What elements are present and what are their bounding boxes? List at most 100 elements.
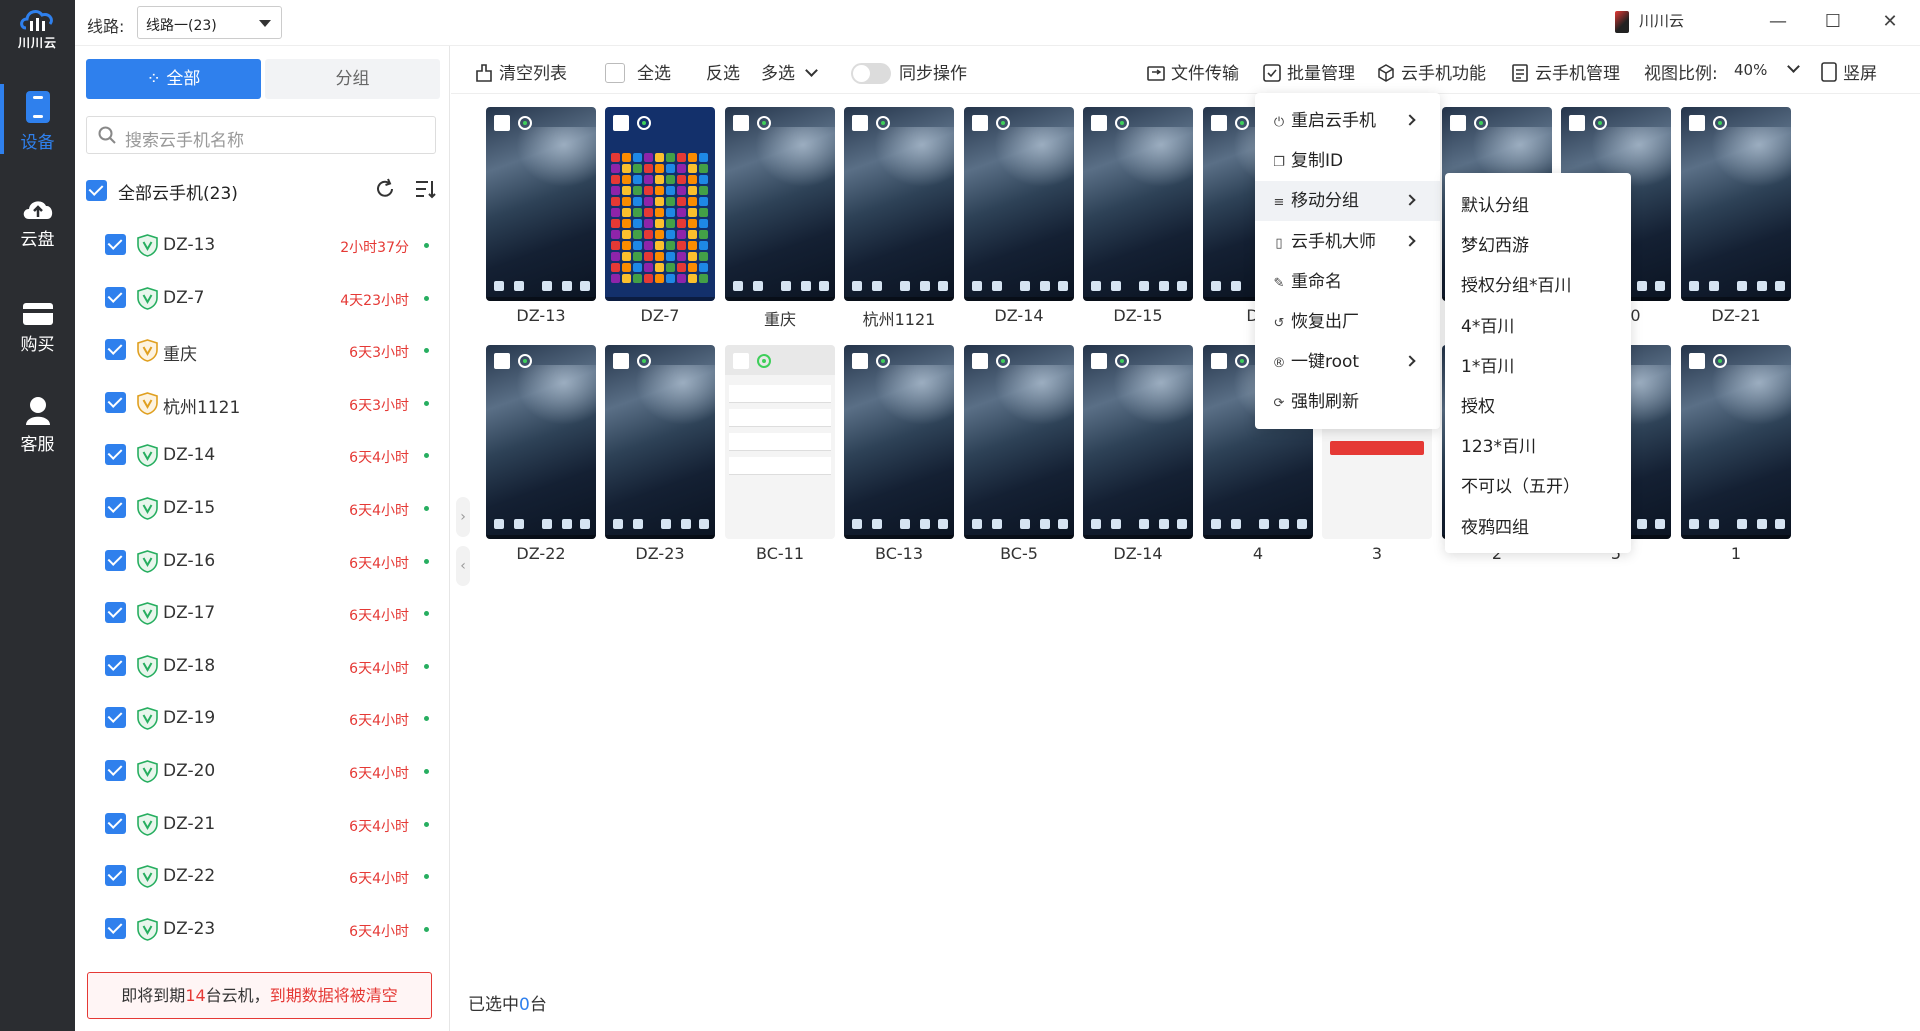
refresh-icon[interactable] — [374, 178, 396, 200]
maximize-icon[interactable]: ☐ — [1818, 8, 1848, 36]
group-option[interactable]: 123*百川 — [1461, 432, 1536, 457]
tab-group[interactable]: 分组 — [265, 59, 440, 99]
device-row[interactable]: DZ-7 4天23小时 — [105, 284, 435, 314]
menu-item[interactable]: ® 一键root — [1255, 342, 1440, 382]
phone-screen[interactable] — [844, 345, 954, 539]
phone-navbar — [605, 535, 715, 539]
device-remaining-time: 6天4小时 — [349, 555, 409, 572]
group-option[interactable]: 夜鸦四组 — [1461, 513, 1529, 538]
menu-item[interactable]: ❐ 复制ID — [1255, 141, 1440, 181]
phone-screen[interactable] — [605, 107, 715, 301]
device-row[interactable]: DZ-19 6天4小时 — [105, 704, 435, 734]
device-checkbox[interactable] — [105, 497, 126, 518]
group-option[interactable]: 1*百川 — [1461, 352, 1514, 377]
menu-item-label: 云手机大师 — [1291, 231, 1376, 252]
phone-screen[interactable] — [486, 107, 596, 301]
device-checkbox[interactable] — [105, 602, 126, 624]
device-row[interactable]: 重庆 6天3小时 — [105, 336, 435, 366]
all-phones-row[interactable]: 全部云手机(23) — [86, 176, 446, 206]
device-row[interactable]: DZ-23 6天4小时 — [105, 915, 435, 945]
select-all-checkbox[interactable]: 全选 — [605, 59, 671, 84]
rail-item-cloud-disk[interactable]: 云盘 — [0, 197, 75, 250]
collapse-handle[interactable]: ‹ — [456, 546, 470, 586]
menu-item[interactable]: ⏻ 重启云手机 — [1255, 101, 1440, 141]
route-label: 线路: — [87, 17, 125, 36]
phone-screen[interactable] — [1083, 107, 1193, 301]
shield-v-icon — [137, 865, 158, 889]
route-select[interactable]: 线路一(23) — [137, 6, 282, 39]
rail-item-service[interactable]: 客服 — [0, 396, 75, 455]
device-row[interactable]: DZ-21 6天4小时 — [105, 810, 435, 840]
device-checkbox[interactable] — [105, 760, 126, 781]
device-row[interactable]: DZ-14 6天4小时 — [105, 441, 435, 471]
sync-toggle[interactable]: 同步操作 — [851, 59, 967, 84]
device-row[interactable]: 杭州1121 6天3小时 — [105, 389, 435, 419]
group-option[interactable]: 4*百川 — [1461, 312, 1514, 337]
device-checkbox[interactable] — [105, 286, 126, 308]
clear-list-button[interactable]: 清空列表 — [475, 59, 567, 84]
phone-screen[interactable] — [605, 345, 715, 539]
device-row[interactable]: DZ-13 2小时37分 — [105, 231, 435, 261]
view-ratio-select[interactable]: 40% — [1734, 60, 1801, 79]
expand-handle[interactable]: › — [456, 497, 470, 537]
phone-screen[interactable] — [1681, 107, 1791, 301]
rail-item-device[interactable]: 设备 — [0, 84, 75, 154]
phone-screen[interactable] — [1203, 107, 1259, 301]
device-row[interactable]: DZ-16 6天4小时 — [105, 547, 435, 577]
phone-screen[interactable] — [725, 345, 835, 539]
phone-navbar — [964, 297, 1074, 301]
view-ratio-label: 视图比例: — [1644, 64, 1718, 84]
menu-item[interactable]: ⟳ 强制刷新 — [1255, 382, 1440, 422]
group-option[interactable]: 不可以（五开） — [1461, 472, 1580, 497]
invert-select-button[interactable]: 反选 — [706, 59, 740, 84]
device-checkbox[interactable] — [105, 707, 126, 729]
group-option[interactable]: 授权分组*百川 — [1461, 271, 1572, 296]
user-info[interactable]: 川川云 — [1615, 10, 1684, 33]
device-row[interactable]: DZ-15 6天4小时 — [105, 494, 435, 524]
menu-item-label: 复制ID — [1291, 151, 1344, 172]
logo-text: 川川云 — [17, 36, 57, 50]
menu-item[interactable]: ≡ 移动分组 — [1255, 181, 1440, 222]
phone-screen[interactable] — [1083, 345, 1193, 539]
menu-item[interactable]: ↺ 恢复出厂 — [1255, 302, 1440, 342]
device-row[interactable]: DZ-22 6天4小时 — [105, 862, 435, 892]
menu-item[interactable]: ▯ 云手机大师 — [1255, 222, 1440, 262]
device-checkbox[interactable] — [105, 391, 126, 413]
file-transfer-button[interactable]: 文件传输 — [1147, 59, 1239, 84]
phone-screen[interactable] — [844, 107, 954, 301]
phone-screen[interactable] — [486, 345, 596, 539]
device-row[interactable]: DZ-20 6天4小时 — [105, 757, 435, 787]
device-checkbox[interactable] — [105, 654, 126, 676]
minimize-icon[interactable]: — — [1763, 8, 1793, 36]
device-checkbox[interactable] — [105, 865, 126, 887]
group-option[interactable]: 梦幻西游 — [1461, 231, 1529, 256]
close-icon[interactable]: ✕ — [1875, 8, 1905, 36]
rail-item-purchase[interactable]: 购买 — [0, 300, 75, 355]
portrait-button[interactable]: 竖屏 — [1821, 59, 1877, 84]
cloud-mgmt-button[interactable]: 云手机管理 — [1511, 59, 1620, 84]
device-checkbox[interactable] — [105, 549, 126, 571]
view-ratio-value: 40% — [1734, 61, 1768, 79]
tab-all[interactable]: ⁘ 全部 — [86, 59, 261, 99]
menu-item[interactable]: ✎ 重命名 — [1255, 262, 1440, 302]
device-checkbox[interactable] — [105, 444, 126, 466]
group-option[interactable]: 授权 — [1461, 392, 1495, 417]
device-checkbox[interactable] — [105, 812, 126, 834]
device-checkbox[interactable] — [105, 339, 126, 361]
multi-select-dropdown[interactable]: 多选 — [761, 59, 818, 84]
search-input[interactable]: 搜索云手机名称 — [86, 116, 436, 154]
group-option[interactable]: 默认分组 — [1461, 191, 1529, 216]
device-checkbox[interactable] — [105, 234, 126, 255]
all-phones-checkbox[interactable] — [86, 180, 107, 201]
phone-screen[interactable] — [1681, 345, 1791, 539]
batch-manage-button[interactable]: 批量管理 — [1263, 59, 1355, 84]
device-row[interactable]: DZ-17 6天4小时 — [105, 599, 435, 629]
phone-screen[interactable] — [964, 107, 1074, 301]
expiry-notice[interactable]: 即将到期14台云机，到期数据将被清空 — [87, 972, 432, 1019]
sort-icon[interactable] — [414, 178, 436, 200]
phone-screen[interactable] — [725, 107, 835, 301]
device-row[interactable]: DZ-18 6天4小时 — [105, 652, 435, 682]
phone-screen[interactable] — [964, 345, 1074, 539]
cloud-func-button[interactable]: 云手机功能 — [1377, 59, 1486, 84]
device-checkbox[interactable] — [105, 917, 126, 939]
